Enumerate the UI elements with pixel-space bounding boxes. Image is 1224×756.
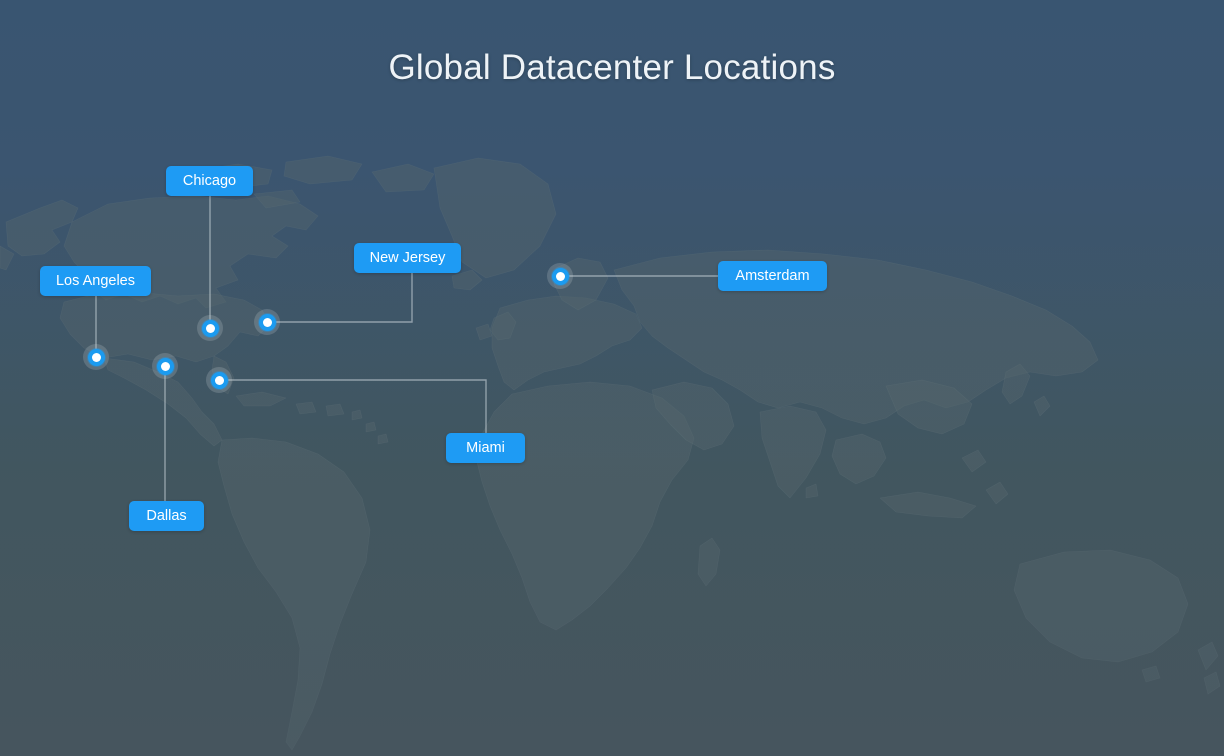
location-label-amsterdam[interactable]: Amsterdam (718, 261, 827, 291)
datacenter-map-page: Global Datacenter Locations Los Angeles C… (0, 0, 1224, 756)
location-label-chicago[interactable]: Chicago (166, 166, 253, 196)
marker-dot-icon (161, 362, 170, 371)
marker-ring-icon (157, 358, 174, 375)
location-label-new-jersey[interactable]: New Jersey (354, 243, 461, 273)
location-label-dallas[interactable]: Dallas (129, 501, 204, 531)
map-marker-miami[interactable] (206, 367, 232, 393)
marker-ring-icon (552, 268, 569, 285)
connector-new-jersey (273, 273, 412, 322)
map-marker-dallas[interactable] (152, 353, 178, 379)
location-label-miami[interactable]: Miami (446, 433, 525, 463)
marker-dot-icon (206, 324, 215, 333)
connector-lines (0, 0, 1224, 756)
marker-ring-icon (202, 320, 219, 337)
marker-dot-icon (215, 376, 224, 385)
location-label-los-angeles[interactable]: Los Angeles (40, 266, 151, 296)
marker-ring-icon (259, 314, 276, 331)
map-marker-los-angeles[interactable] (83, 344, 109, 370)
marker-ring-icon (211, 372, 228, 389)
marker-dot-icon (263, 318, 272, 327)
marker-ring-icon (88, 349, 105, 366)
connector-miami (225, 380, 486, 433)
map-marker-chicago[interactable] (197, 315, 223, 341)
map-overlay-veil (0, 0, 1224, 756)
marker-dot-icon (556, 272, 565, 281)
marker-dot-icon (92, 353, 101, 362)
page-title: Global Datacenter Locations (0, 44, 1224, 92)
map-marker-amsterdam[interactable] (547, 263, 573, 289)
map-marker-new-jersey[interactable] (254, 309, 280, 335)
world-map (0, 150, 1224, 756)
